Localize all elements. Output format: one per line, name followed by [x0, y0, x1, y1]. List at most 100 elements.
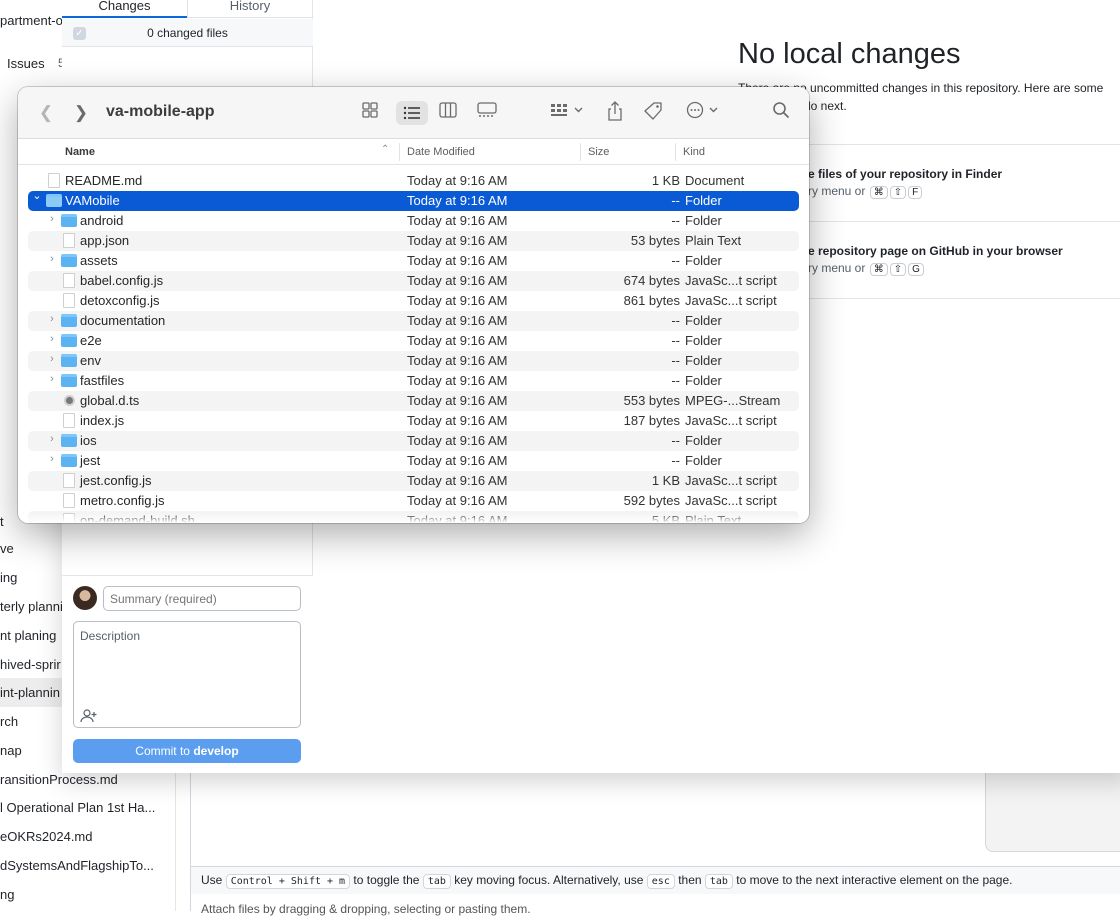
card-sub-text: ry menu or	[808, 261, 866, 275]
file-kind: JavaSc...t script	[685, 293, 777, 308]
background-file-item[interactable]: ng	[0, 880, 176, 909]
column-name[interactable]: Name	[65, 146, 95, 158]
forward-icon[interactable]: ❯	[71, 101, 91, 125]
file-size: 861 bytes	[623, 293, 680, 308]
file-date: Today at 9:16 AM	[407, 253, 508, 268]
file-row[interactable]: › assets Today at 9:16 AM -- Folder	[28, 251, 799, 271]
search-icon[interactable]	[769, 101, 793, 125]
file-row[interactable]: ⌄ VAMobile Today at 9:16 AM -- Folder	[28, 189, 799, 211]
file-date: Today at 9:16 AM	[407, 333, 508, 348]
more-actions-icon[interactable]	[685, 101, 723, 125]
background-file-item[interactable]: dSystemsAndFlagshipTo...	[0, 851, 176, 880]
column-kind[interactable]: Kind	[683, 146, 705, 158]
comment-editor[interactable]	[190, 770, 1120, 866]
expand-disclosure-icon[interactable]: ›	[47, 373, 57, 385]
hint-key: tab	[422, 874, 451, 889]
commit-button[interactable]: Commit to develop	[73, 739, 301, 763]
list-view-icon[interactable]	[396, 101, 428, 125]
file-row[interactable]: global.d.ts Today at 9:16 AM 553 bytes MPEG…	[28, 391, 799, 411]
folder-icon	[61, 354, 77, 367]
expand-disclosure-icon[interactable]: ›	[47, 213, 57, 225]
folder-icon	[61, 434, 77, 447]
changed-files-count: 0 changed files	[147, 26, 228, 40]
select-all-checkbox[interactable]: ✓	[73, 27, 86, 40]
file-date: Today at 9:16 AM	[407, 433, 508, 448]
sidebar-tabs: Changes History	[62, 0, 313, 18]
file-kind: Document	[685, 173, 745, 188]
column-date-modified[interactable]: Date Modified	[407, 146, 475, 158]
file-name: metro.config.js	[80, 493, 165, 508]
file-size: 187 bytes	[623, 413, 680, 428]
file-row[interactable]: › env Today at 9:16 AM -- Folder	[28, 351, 799, 371]
letter-key: F	[908, 186, 923, 199]
cmd-key-icon: ⌘	[869, 186, 888, 199]
file-row[interactable]: › e2e Today at 9:16 AM -- Folder	[28, 331, 799, 351]
file-date: Today at 9:16 AM	[407, 393, 508, 408]
file-row[interactable]: babel.config.js Today at 9:16 AM 674 bytes…	[28, 271, 799, 291]
file-kind: Plain Text	[685, 233, 742, 248]
column-divider[interactable]	[580, 143, 581, 161]
file-row[interactable]: app.json Today at 9:16 AM 53 bytes Plain Te…	[28, 231, 799, 251]
hint-text: Use	[201, 873, 223, 887]
file-kind: Folder	[685, 353, 722, 368]
file-row[interactable]: › jest Today at 9:16 AM -- Folder	[28, 451, 799, 471]
file-size: --	[671, 353, 680, 368]
expand-disclosure-icon[interactable]: ›	[47, 253, 57, 265]
file-date: Today at 9:16 AM	[407, 173, 508, 188]
back-icon[interactable]: ❮	[36, 101, 56, 125]
share-icon[interactable]	[604, 101, 626, 125]
expand-disclosure-icon[interactable]: ›	[47, 353, 57, 365]
file-kind: Folder	[685, 433, 722, 448]
file-date: Today at 9:16 AM	[407, 293, 508, 308]
file-row[interactable]: › android Today at 9:16 AM -- Folder	[28, 211, 799, 231]
keyboard-hint: Use Control + Shift + m to toggle the ta…	[190, 866, 1120, 894]
file-size: --	[671, 333, 680, 348]
shift-key-icon: ⇧	[889, 263, 907, 276]
file-name: babel.config.js	[80, 273, 164, 288]
file-name: index.js	[80, 413, 125, 428]
commit-description-field[interactable]: Description	[73, 621, 301, 728]
list-fade	[18, 513, 809, 523]
file-name: global.d.ts	[80, 393, 140, 408]
file-row[interactable]: detoxconfig.js Today at 9:16 AM 861 bytes J…	[28, 291, 799, 311]
file-date: Today at 9:16 AM	[407, 453, 508, 468]
add-coauthor-icon[interactable]	[80, 709, 98, 723]
background-file-item[interactable]: eOKRs2024.md	[0, 822, 176, 851]
column-divider[interactable]	[675, 143, 676, 161]
file-row[interactable]: index.js Today at 9:16 AM 187 bytes JavaSc.…	[28, 411, 799, 431]
file-kind: Folder	[685, 373, 722, 388]
background-file-item[interactable]: l Operational Plan 1st Ha...	[0, 793, 176, 822]
file-date: Today at 9:16 AM	[407, 473, 508, 488]
expand-disclosure-icon[interactable]: ›	[47, 333, 57, 345]
issues-tab[interactable]: Issues	[7, 56, 45, 71]
collapse-disclosure-icon[interactable]: ⌄	[32, 189, 42, 202]
icon-view-icon[interactable]	[358, 101, 382, 125]
file-date: Today at 9:16 AM	[407, 273, 508, 288]
document-icon	[63, 493, 75, 508]
shift-key-icon: ⇧	[889, 186, 907, 199]
column-view-icon[interactable]	[436, 101, 460, 125]
file-row[interactable]: jest.config.js Today at 9:16 AM 1 KB JavaSc…	[28, 471, 799, 491]
column-divider[interactable]	[399, 143, 400, 161]
file-row[interactable]: › ios Today at 9:16 AM -- Folder	[28, 431, 799, 451]
expand-disclosure-icon[interactable]: ›	[47, 313, 57, 325]
file-row[interactable]: README.md Today at 9:16 AM 1 KB Document	[28, 171, 799, 191]
file-name: jest	[80, 453, 101, 468]
commit-summary-input[interactable]	[103, 586, 301, 611]
gallery-view-icon[interactable]	[473, 101, 501, 125]
card-shortcut: ry menu or ⌘ ⇧ F	[808, 184, 923, 199]
hint-text: then	[678, 873, 702, 887]
group-by-icon[interactable]	[548, 101, 586, 125]
file-row[interactable]: › fastfiles Today at 9:16 AM -- Folder	[28, 371, 799, 391]
expand-disclosure-icon[interactable]: ›	[47, 433, 57, 445]
sort-ascending-icon[interactable]: ⌃	[381, 144, 389, 155]
file-row[interactable]: › documentation Today at 9:16 AM -- Folder	[28, 311, 799, 331]
file-kind: MPEG-...Stream	[685, 393, 781, 408]
tag-icon[interactable]	[642, 101, 666, 125]
column-size[interactable]: Size	[588, 146, 609, 158]
expand-disclosure-icon[interactable]: ›	[47, 453, 57, 465]
tab-history[interactable]: History	[187, 0, 312, 18]
file-row[interactable]: metro.config.js Today at 9:16 AM 592 bytes…	[28, 491, 799, 511]
file-size: 592 bytes	[623, 493, 680, 508]
tab-changes[interactable]: Changes	[62, 0, 187, 18]
